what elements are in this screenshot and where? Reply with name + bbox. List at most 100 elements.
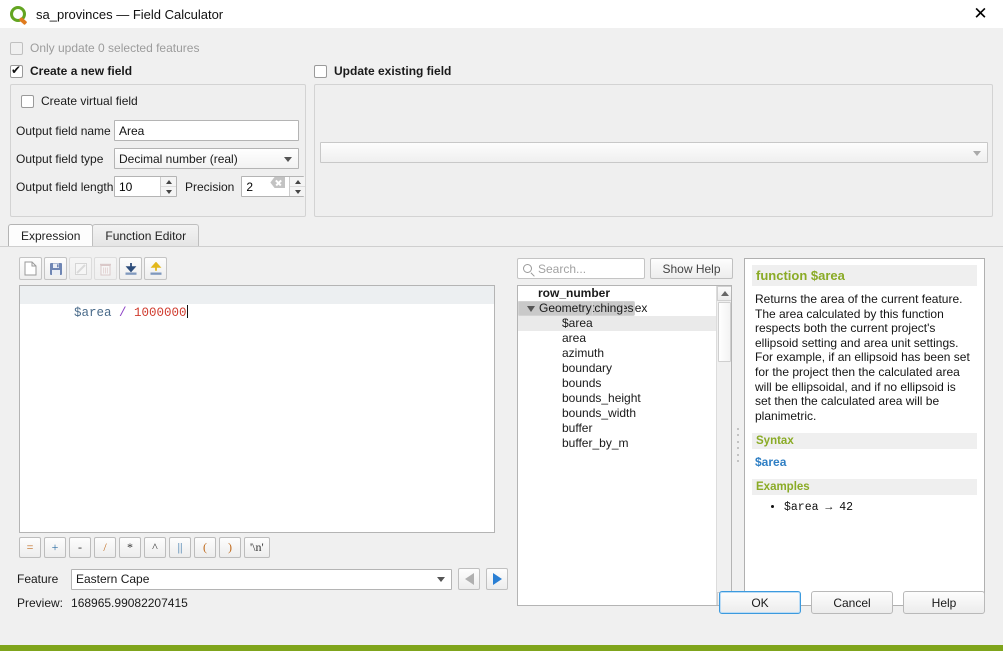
stepper-down[interactable] [161, 187, 176, 196]
only-update-selected-checkbox[interactable]: Only update 0 selected features [10, 41, 199, 55]
stepper-down[interactable] [290, 187, 305, 196]
function-tree-leaf-buffer_by_m[interactable]: buffer_by_m [518, 436, 717, 451]
expression-token-number: 1000000 [134, 306, 187, 320]
function-tree-leaf-area[interactable]: area [518, 331, 717, 346]
ok-button[interactable]: OK [719, 591, 801, 614]
tab-function-editor-label: Function Editor [105, 229, 186, 243]
expression-token-variable: $area [74, 306, 112, 320]
scroll-up-icon[interactable] [717, 286, 732, 301]
dialog-footer: OK Cancel Help [0, 591, 1003, 614]
operator-concat-button[interactable]: || [169, 537, 191, 558]
create-new-field-label: Create a new field [30, 64, 132, 78]
checkbox-box [10, 65, 23, 78]
function-tree-item-label: bounds_width [562, 406, 636, 421]
function-tree-group-geometry[interactable]: Geometry [518, 301, 593, 316]
tab-expression-label: Expression [21, 229, 80, 243]
export-upload-icon[interactable] [144, 257, 167, 280]
function-tree-leaf-bounds[interactable]: bounds [518, 376, 717, 391]
next-feature-icon[interactable] [486, 568, 508, 590]
save-icon[interactable] [44, 257, 67, 280]
function-search-wrap: Search... [517, 258, 645, 279]
help-example-item: $area → 42 [784, 501, 977, 514]
help-button[interactable]: Help [903, 591, 985, 614]
show-help-label: Show Help [662, 262, 720, 276]
cancel-button[interactable]: Cancel [811, 591, 893, 614]
output-field-name-input[interactable] [114, 120, 299, 141]
tab-expression[interactable]: Expression [8, 224, 93, 247]
output-field-type-value: Decimal number (real) [119, 152, 238, 166]
output-field-type-combo[interactable]: Decimal number (real) [114, 148, 299, 169]
new-file-icon[interactable] [19, 257, 42, 280]
function-tree-item-label: $area [562, 316, 593, 331]
search-icon [523, 264, 532, 273]
function-tree-item-label: bounds_height [562, 391, 641, 406]
chevron-down-icon[interactable] [523, 306, 539, 312]
precision-input[interactable] [242, 177, 270, 196]
function-tree-leaf-area[interactable]: $area [518, 316, 717, 331]
operator-equals-button[interactable]: = [19, 537, 41, 558]
feature-value: Eastern Cape [76, 572, 149, 586]
operator-open-paren-button[interactable]: ( [194, 537, 216, 558]
output-field-name-label: Output field name [16, 124, 114, 138]
expression-text-editor[interactable]: $area / 1000000 [19, 285, 495, 533]
function-tree-leaf-bounds_width[interactable]: bounds_width [518, 406, 717, 421]
stepper-up[interactable] [161, 177, 176, 187]
operator-plus-button[interactable]: + [44, 537, 66, 558]
function-tree-item-label: boundary [562, 361, 612, 376]
help-examples-heading: Examples [752, 479, 977, 495]
function-tree-list[interactable]: row_numberAggregatesArraysColorCondition… [518, 286, 717, 606]
function-tree-item-label: buffer_by_m [562, 436, 629, 451]
dialog-body: Only update 0 selected features Create a… [0, 28, 1003, 624]
function-tree-item-label: azimuth [562, 346, 604, 361]
function-tree[interactable]: row_numberAggregatesArraysColorCondition… [517, 285, 732, 606]
operator-power-button[interactable]: ^ [144, 537, 166, 558]
operator-minus-button[interactable]: - [69, 537, 91, 558]
update-existing-field-checkbox[interactable]: Update existing field [314, 64, 451, 78]
stepper-buttons[interactable] [160, 177, 176, 196]
function-tree-item-label: Geometry [539, 301, 592, 316]
operator-close-paren-button[interactable]: ) [219, 537, 241, 558]
help-syntax-value: $area [752, 455, 977, 469]
expression-line: $area / 1000000 [20, 286, 494, 304]
operator-divide-button[interactable]: / [94, 537, 116, 558]
precision-stepper[interactable] [241, 176, 304, 197]
search-placeholder: Search... [538, 262, 586, 276]
function-tree-item-label: row_number [538, 286, 610, 301]
output-field-length-stepper[interactable] [114, 176, 177, 197]
create-new-field-checkbox[interactable]: Create a new field [10, 64, 132, 78]
function-tree-leaf-boundary[interactable]: boundary [518, 361, 717, 376]
output-field-type-label: Output field type [16, 152, 114, 166]
function-tree-leaf-buffer[interactable]: buffer [518, 421, 717, 436]
feature-combo[interactable]: Eastern Cape [71, 569, 452, 590]
function-tree-leaf-azimuth[interactable]: azimuth [518, 346, 717, 361]
operator-multiply-button[interactable]: * [119, 537, 141, 558]
function-tree-scrollbar[interactable] [716, 286, 731, 606]
tab-underline [0, 246, 1003, 247]
window-title: sa_provinces — Field Calculator [36, 7, 223, 22]
function-tree-leaf-bounds_height[interactable]: bounds_height [518, 391, 717, 406]
stepper-up[interactable] [290, 177, 305, 187]
panel-splitter-handle[interactable] [735, 428, 740, 462]
tab-strip: Expression Function Editor [8, 224, 198, 247]
help-syntax-heading: Syntax [752, 433, 977, 449]
import-download-icon[interactable] [119, 257, 142, 280]
scrollbar-thumb[interactable] [718, 302, 731, 362]
existing-field-combo[interactable] [320, 142, 988, 163]
new-field-group: Create virtual field Output field name O… [10, 84, 306, 217]
previous-feature-icon[interactable] [458, 568, 480, 590]
function-tree-root-row_number[interactable]: row_number [518, 286, 717, 301]
show-help-button[interactable]: Show Help [650, 258, 733, 279]
output-field-length-input[interactable] [115, 177, 160, 196]
close-icon[interactable]: ✕ [958, 0, 1003, 28]
expression-token-operator: / [112, 306, 135, 320]
operator-newline-button[interactable]: '\n' [244, 537, 270, 558]
search-input[interactable]: Search... [517, 258, 645, 279]
clear-icon[interactable] [270, 177, 285, 188]
function-tree-item-label: area [562, 331, 586, 346]
update-field-group [314, 84, 993, 217]
help-examples-list: $area → 42 [752, 501, 977, 514]
help-description: Returns the area of the current feature.… [752, 292, 977, 423]
stepper-buttons[interactable] [289, 177, 305, 196]
tab-function-editor[interactable]: Function Editor [92, 224, 199, 247]
create-virtual-field-checkbox[interactable]: Create virtual field [21, 94, 138, 108]
